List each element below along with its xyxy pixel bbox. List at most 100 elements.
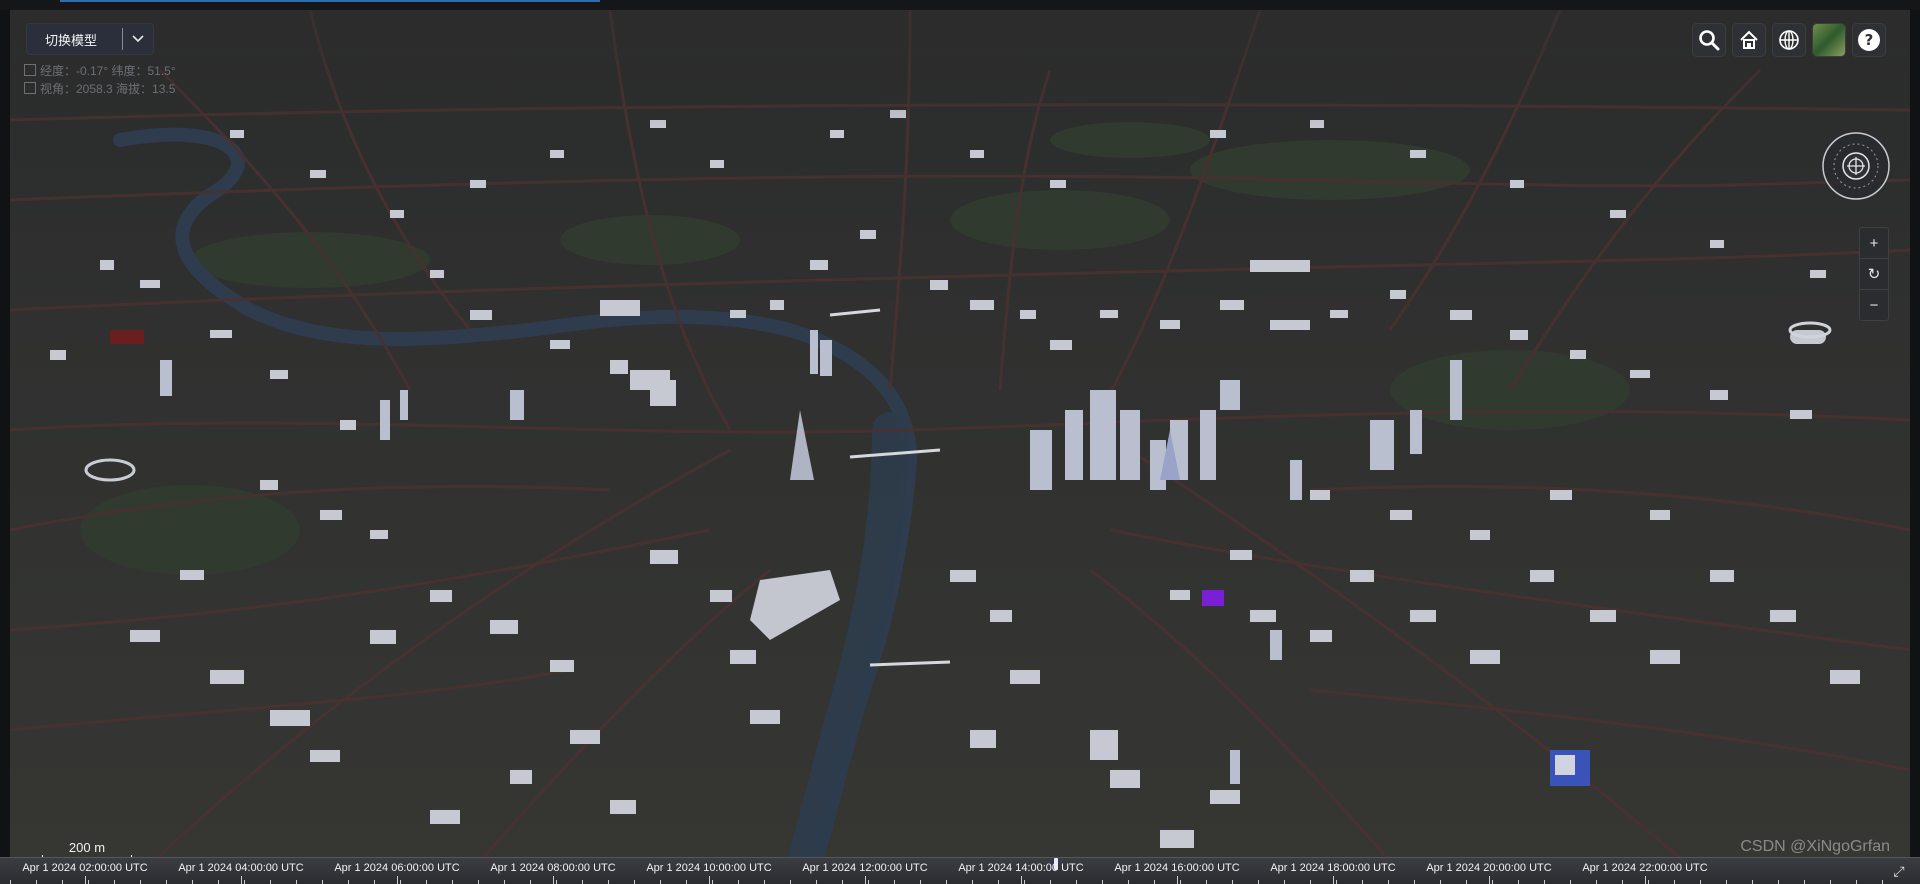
timeline-minor-tick <box>1206 880 1207 884</box>
model-switch-dropdown[interactable]: 切换模型 <box>27 24 153 54</box>
city-map-3d[interactable] <box>10 10 1910 884</box>
navigation-compass[interactable] <box>1820 130 1892 202</box>
fullscreen-button[interactable]: ⤢ <box>1888 860 1910 882</box>
search-icon <box>1699 30 1720 51</box>
timeline-major-tick <box>1177 876 1178 884</box>
camera-readout: 视角：2058.3 海拔：13.5 <box>24 80 175 98</box>
camera-icon <box>24 82 36 94</box>
timeline-tick-label: Apr 1 2024 22:00:00 UTC <box>1582 862 1708 874</box>
timeline-minor-tick <box>946 880 947 884</box>
highlighted-building <box>1202 590 1224 606</box>
timeline-minor-tick <box>712 880 713 884</box>
search-button[interactable] <box>1693 24 1725 56</box>
timeline-minor-tick <box>10 880 11 884</box>
help-button[interactable]: ? <box>1853 24 1885 56</box>
timeline-minor-tick <box>452 880 453 884</box>
timeline-minor-tick <box>1232 880 1233 884</box>
help-icon: ? <box>1858 29 1880 51</box>
timeline-minor-tick <box>1726 880 1727 884</box>
fullscreen-icon: ⤢ <box>1893 863 1905 879</box>
chevron-down-icon[interactable] <box>123 32 153 46</box>
timeline-tick-label: Apr 1 2024 18:00:00 UTC <box>1270 862 1396 874</box>
timeline-tick-label: Apr 1 2024 08:00:00 UTC <box>490 862 616 874</box>
timeline-tick-label: Apr 1 2024 16:00:00 UTC <box>1114 862 1240 874</box>
home-button[interactable] <box>1733 24 1765 56</box>
timeline-minor-tick <box>1466 880 1467 884</box>
scale-label: 200 m <box>68 840 106 855</box>
timeline-minor-tick <box>1076 880 1077 884</box>
pin-icon <box>24 64 36 76</box>
timeline-minor-tick <box>842 880 843 884</box>
timeline-minor-tick <box>920 880 921 884</box>
coordinate-readout-text: 经度：-0.17° 纬度：51.5° <box>40 64 176 78</box>
timeline-minor-tick <box>1856 880 1857 884</box>
zoom-in-button[interactable]: + <box>1860 228 1888 259</box>
timeline-minor-tick <box>1440 880 1441 884</box>
timeline-minor-tick <box>738 880 739 884</box>
zoom-control: + ↻ − <box>1859 227 1889 321</box>
imagery-icon <box>1816 27 1842 53</box>
svg-text:?: ? <box>1865 31 1874 49</box>
timeline-minor-tick <box>244 880 245 884</box>
timeline-minor-tick <box>1778 880 1779 884</box>
timeline-minor-tick <box>1700 880 1701 884</box>
timeline-minor-tick <box>1882 880 1883 884</box>
timeline-major-tick <box>865 876 866 884</box>
reset-view-button[interactable]: ↻ <box>1860 259 1888 290</box>
timeline-minor-tick <box>1830 880 1831 884</box>
base-layer-picker-button[interactable] <box>1813 24 1845 56</box>
timeline-minor-tick <box>972 880 973 884</box>
timeline-minor-tick <box>1414 880 1415 884</box>
timeline-tick-label: Apr 1 2024 14:00:00 UTC <box>958 862 1084 874</box>
timeline-minor-tick <box>582 880 583 884</box>
timeline-minor-tick <box>868 880 869 884</box>
timeline-minor-tick <box>1336 880 1337 884</box>
timeline[interactable]: ⤢ Apr 1 2024 02:00:00 UTC Apr 1 2024 04:0… <box>0 857 1920 884</box>
timeline-minor-tick <box>608 880 609 884</box>
camera-readout-text: 视角：2058.3 海拔：13.5 <box>40 82 176 96</box>
timeline-minor-tick <box>1284 880 1285 884</box>
timeline-minor-tick <box>36 880 37 884</box>
river-thames-wide <box>782 412 908 884</box>
timeline-minor-tick <box>62 880 63 884</box>
timeline-minor-tick <box>1128 880 1129 884</box>
plaza-structure <box>750 570 840 640</box>
timeline-minor-tick <box>1388 880 1389 884</box>
model-switch-label: 切换模型 <box>45 32 98 48</box>
timeline-minor-tick <box>1804 880 1805 884</box>
timeline-major-tick <box>85 876 86 884</box>
timeline-major-tick <box>397 876 398 884</box>
timeline-minor-tick <box>270 880 271 884</box>
red-roof-building <box>110 330 144 344</box>
timeline-minor-tick <box>1544 880 1545 884</box>
timeline-minor-tick <box>1102 880 1103 884</box>
zoom-out-button[interactable]: − <box>1860 290 1888 320</box>
map-viewer[interactable]: 切换模型 经度：-0.17° 纬度：51.5° 视角：2058.3 海拔：13.… <box>10 10 1910 884</box>
timeline-minor-tick <box>478 880 479 884</box>
globe-icon <box>1779 30 1799 50</box>
timeline-minor-tick <box>1570 880 1571 884</box>
window-top-strip <box>0 0 1920 10</box>
timeline-minor-tick <box>400 880 401 884</box>
timeline-minor-tick <box>764 880 765 884</box>
top-progress-bar <box>60 0 600 2</box>
horizon-haze <box>10 10 1910 130</box>
timeline-minor-tick <box>348 880 349 884</box>
timeline-minor-tick <box>1674 880 1675 884</box>
timeline-tick-label: Apr 1 2024 04:00:00 UTC <box>178 862 304 874</box>
timeline-minor-tick <box>816 880 817 884</box>
timeline-minor-tick <box>894 880 895 884</box>
timeline-minor-tick <box>88 880 89 884</box>
watermark: CSDN @XiNgoGrfan <box>1740 838 1890 855</box>
timeline-minor-tick <box>1518 880 1519 884</box>
timeline-minor-tick <box>790 880 791 884</box>
timeline-minor-tick <box>166 880 167 884</box>
timeline-minor-tick <box>426 880 427 884</box>
timeline-minor-tick <box>504 880 505 884</box>
coordinate-readout: 经度：-0.17° 纬度：51.5° <box>24 62 176 80</box>
timeline-minor-tick <box>140 880 141 884</box>
timeline-minor-tick <box>1154 880 1155 884</box>
scene-mode-button[interactable] <box>1773 24 1805 56</box>
timeline-tick-label: Apr 1 2024 06:00:00 UTC <box>334 862 460 874</box>
timeline-minor-tick <box>556 880 557 884</box>
